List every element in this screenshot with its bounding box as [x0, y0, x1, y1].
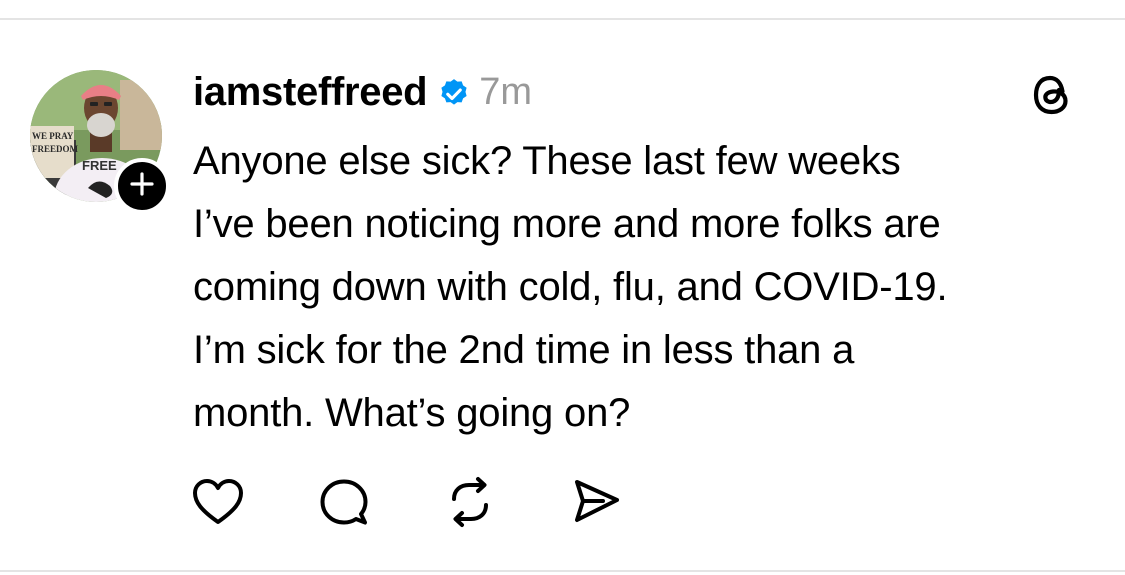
- timestamp: 7m: [479, 70, 533, 113]
- heart-icon: [191, 477, 245, 532]
- sign-text-1: WE PRAY: [32, 131, 74, 141]
- follow-button[interactable]: [114, 158, 170, 214]
- action-bar: [190, 476, 694, 532]
- top-divider: [0, 18, 1125, 20]
- sign-text-2: FREEDOM: [32, 144, 79, 154]
- share-icon: [569, 476, 623, 533]
- share-button[interactable]: [568, 476, 624, 532]
- plus-icon: [129, 171, 155, 202]
- post-header: iamsteffreed 7m: [193, 64, 532, 120]
- post-text-line: I’m sick for the 2nd time in less than a: [193, 328, 855, 372]
- username-link[interactable]: iamsteffreed: [193, 70, 428, 115]
- threads-logo-icon[interactable]: [1026, 68, 1078, 125]
- verified-badge-icon: [437, 77, 471, 111]
- post-text-line: Anyone else sick? These last few weeks: [193, 139, 901, 183]
- post-body: Anyone else sick? These last few weeks I…: [193, 130, 1093, 445]
- comment-button[interactable]: [316, 476, 372, 532]
- repost-icon: [444, 476, 496, 533]
- bottom-divider: [0, 570, 1125, 572]
- like-button[interactable]: [190, 476, 246, 532]
- repost-button[interactable]: [442, 476, 498, 532]
- shirt-text: FREE: [82, 158, 117, 173]
- comment-icon: [318, 476, 370, 533]
- post-text-line: coming down with cold, flu, and COVID-19…: [193, 265, 948, 309]
- post-text-line: I’ve been noticing more and more folks a…: [193, 202, 941, 246]
- post-text-line: month. What’s going on?: [193, 391, 631, 435]
